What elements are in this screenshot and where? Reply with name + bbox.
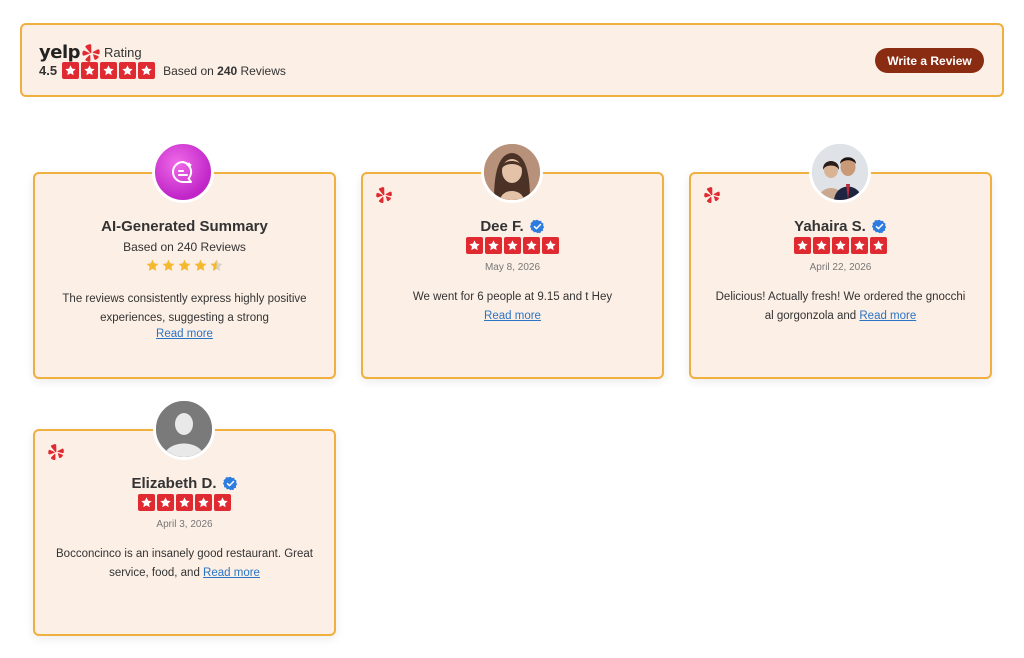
review-count-text: Based on 240 Reviews (163, 64, 286, 78)
star-icon (851, 237, 868, 254)
review-text-block: Delicious! Actually fresh! We ordered th… (711, 288, 970, 326)
review-text: Bocconcinco is an insanely good restaura… (56, 548, 313, 579)
star-icon (145, 258, 160, 273)
star-icon (81, 62, 99, 79)
yelp-burst-icon (375, 186, 393, 204)
review-date: April 3, 2026 (156, 519, 213, 530)
star-icon (138, 62, 156, 79)
star-icon (62, 62, 80, 79)
overall-score: 4.5 (39, 63, 58, 78)
review-text: We went for 6 people at 9.15 and t Hey (412, 291, 613, 303)
overall-stars (62, 62, 156, 79)
summary-title: AI-Generated Summary (101, 218, 268, 235)
based-on-label: Based on (163, 63, 214, 78)
star-icon (138, 494, 155, 511)
review-count: 240 (217, 63, 238, 78)
summary-text: The reviews consistently express highly … (62, 293, 307, 324)
review-card: Yahaira S. April 22, 2026 Delicious! Act… (689, 172, 992, 379)
read-more-link[interactable]: Read more (203, 567, 260, 579)
star-icon (161, 258, 176, 273)
star-icon (542, 237, 559, 254)
summary-stars (35, 258, 334, 273)
star-icon (176, 494, 193, 511)
avatar (481, 141, 543, 203)
reviewer-name-row: Yahaira S. (691, 218, 990, 235)
star-icon (504, 237, 521, 254)
rating-summary-row: 4.5 Based on 240 Reviews (39, 62, 286, 79)
yelp-burst-icon (81, 43, 101, 63)
chat-sparkle-icon (152, 141, 214, 203)
review-date: May 8, 2026 (484, 262, 541, 273)
yelp-logo: yelp Rating (39, 42, 142, 63)
review-text-block: We went for 6 people at 9.15 and t Hey R… (383, 288, 642, 326)
verified-badge-icon (871, 219, 887, 234)
star-icon (100, 62, 118, 79)
ai-summary-card: AI-Generated Summary Based on 240 Review… (33, 172, 336, 379)
rating-label: Rating (104, 45, 142, 60)
yelp-wordmark: yelp (39, 42, 81, 63)
reviewer-name-row: Dee F. (363, 218, 662, 235)
reviewer-name: Yahaira S. (794, 218, 866, 235)
reviewer-name: Elizabeth D. (131, 475, 217, 492)
verified-badge-icon (529, 219, 544, 234)
write-review-button[interactable]: Write a Review (875, 48, 984, 73)
star-icon (193, 258, 208, 273)
star-icon (485, 237, 502, 254)
reviewer-name: Dee F. (480, 218, 524, 235)
star-icon (813, 237, 830, 254)
star-icon (466, 237, 483, 254)
reviews-label: Reviews (240, 63, 286, 78)
star-icon (214, 494, 231, 511)
star-icon (832, 237, 849, 254)
review-text-block: Bocconcinco is an insanely good restaura… (55, 545, 314, 583)
star-icon (523, 237, 540, 254)
star-icon (157, 494, 174, 511)
summary-based-on: Based on 240 Reviews (123, 240, 246, 254)
avatar (809, 141, 871, 203)
star-icon (119, 62, 137, 79)
yelp-burst-icon (703, 186, 721, 204)
default-avatar-icon (153, 398, 215, 460)
half-star-icon (210, 259, 223, 271)
review-card: Dee F. May 8, 2026 We went for 6 people … (361, 172, 664, 379)
read-more-link[interactable]: Read more (484, 310, 541, 322)
review-text: Delicious! Actually fresh! We ordered th… (715, 291, 966, 322)
star-icon (794, 237, 811, 254)
review-card: Elizabeth D. April 3, 2026 Bocconcinco i… (33, 429, 336, 636)
rating-header: yelp Rating 4.5 Based on 240 Reviews Wri… (20, 23, 1004, 97)
review-stars (363, 237, 662, 254)
read-more-link[interactable]: Read more (859, 310, 916, 322)
star-icon (870, 237, 887, 254)
review-stars (691, 237, 990, 254)
yelp-burst-icon (47, 443, 65, 461)
verified-badge-icon (222, 476, 237, 491)
review-date: April 22, 2026 (809, 262, 872, 273)
summary-read-more-link[interactable]: Read more (156, 328, 213, 340)
review-stars (35, 494, 334, 511)
star-icon (177, 258, 192, 273)
star-icon (195, 494, 212, 511)
reviewer-name-row: Elizabeth D. (35, 475, 334, 492)
